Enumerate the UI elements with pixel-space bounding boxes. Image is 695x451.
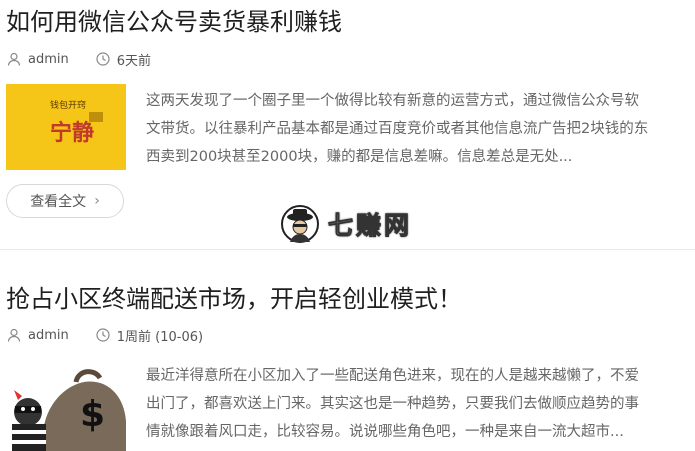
- user-icon: [6, 327, 22, 343]
- post-meta: admin 1周前 (10-06): [6, 325, 203, 345]
- excerpt-line: 文带货。以往暴利产品基本都是通过百度竞价或者其他信息流广告把2块钱的东: [146, 121, 649, 137]
- post-time: 1周前 (10-06): [116, 329, 204, 345]
- post-title[interactable]: 抢占小区终端配送市场，开启轻创业模式！: [6, 283, 462, 315]
- read-more-label: 查看全文: [30, 194, 87, 210]
- thumb-text-main: 宁静: [50, 120, 94, 146]
- excerpt-line: 西卖到200块甚至2000块，赚的都是信息差嘛。信息差总是无处...: [146, 149, 573, 165]
- post-title[interactable]: 如何用微信公众号卖货暴利赚钱: [6, 6, 342, 38]
- read-more-button[interactable]: 查看全文 ›: [6, 184, 124, 218]
- excerpt-line: 最近洋得意所在小区加入了一些配送角色进来，现在的人是越来越懒了，不爱: [146, 368, 639, 384]
- svg-text:$: $: [80, 394, 105, 435]
- excerpt-line: 出门了，都喜欢送上门来。其实这也是一种趋势，只要我们去做顺应趋势的事: [146, 396, 639, 412]
- post-divider: [0, 249, 695, 250]
- post-list: 如何用微信公众号卖货暴利赚钱 admin 6天前 钱包开窍 宁静 这两天发现了一…: [0, 0, 695, 451]
- post-author[interactable]: admin: [28, 328, 69, 343]
- post-author[interactable]: admin: [28, 52, 69, 67]
- post-time: 6天前: [116, 53, 152, 69]
- excerpt-line: 情就像跟着风口走，比较容易。说说哪些角色吧，一种是来自一流大超市...: [146, 424, 624, 440]
- post-thumbnail[interactable]: 钱包开窍 宁静: [6, 84, 126, 170]
- clock-icon: [95, 51, 111, 67]
- site-watermark: 七赚网: [280, 203, 412, 245]
- watermark-text: 七赚网: [327, 211, 413, 241]
- post-thumbnail[interactable]: $: [6, 360, 126, 451]
- post-excerpt: 这两天发现了一个圈子里一个做得比较有新意的运营方式，通过微信公众号软 文带货。以…: [146, 87, 695, 171]
- thumb-text-top: 钱包开窍: [50, 99, 86, 111]
- post-excerpt: 最近洋得意所在小区加入了一些配送角色进来，现在的人是越来越懒了，不爱 出门了，都…: [146, 362, 695, 446]
- excerpt-line: 这两天发现了一个圈子里一个做得比较有新意的运营方式，通过微信公众号软: [146, 93, 639, 109]
- clock-icon: [95, 327, 111, 343]
- chevron-right-icon: ›: [94, 193, 100, 209]
- user-icon: [6, 51, 22, 67]
- watermark-logo-icon: [281, 205, 319, 243]
- post-meta: admin 6天前: [6, 49, 151, 69]
